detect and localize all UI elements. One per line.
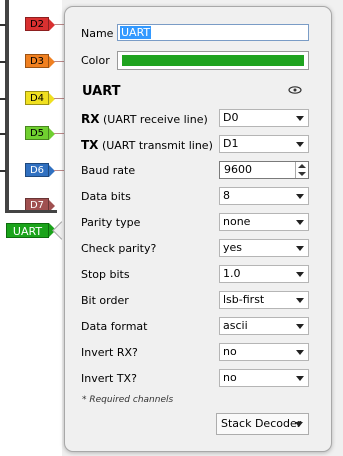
baud-rate-spinbox[interactable]: 9600 — [219, 161, 309, 179]
invert-tx-label: Invert TX? — [81, 372, 137, 385]
analyzer-tag-uart[interactable]: UART — [6, 223, 56, 238]
dropdown-arrow-icon — [296, 220, 304, 225]
channel-label-d4[interactable]: D4 — [25, 91, 55, 105]
check-parity-label: Check parity? — [81, 242, 157, 255]
dropdown-arrow-icon — [296, 298, 304, 303]
tx-channel-select[interactable]: D1 — [219, 135, 309, 153]
channel-dash — [0, 170, 6, 172]
channel-dash — [0, 133, 6, 135]
channel-dash — [0, 61, 6, 63]
invert-tx-select[interactable]: no — [219, 369, 309, 387]
tx-label-desc: (UART transmit line) — [101, 139, 213, 152]
bit-order-label: Bit order — [81, 294, 129, 307]
channel-line — [54, 61, 64, 62]
channel-label-d5[interactable]: D5 — [25, 126, 55, 140]
invert-tx-value: no — [223, 371, 237, 384]
parity-type-value: none — [223, 215, 251, 228]
stop-bits-select[interactable]: 1.0 — [219, 265, 309, 283]
spin-up-icon[interactable] — [298, 164, 306, 168]
data-format-label: Data format — [81, 320, 148, 333]
tx-label-bold: TX — [81, 138, 99, 152]
dropdown-arrow-icon — [296, 194, 304, 199]
bit-order-select[interactable]: lsb-first — [219, 291, 309, 309]
data-bits-select[interactable]: 8 — [219, 187, 309, 205]
stack-decoder-label: Stack Decoder — [221, 417, 302, 430]
dropdown-arrow-icon — [296, 142, 304, 147]
channel-label-d2[interactable]: D2 — [25, 17, 55, 31]
channel-line — [54, 98, 64, 99]
parity-type-label: Parity type — [81, 216, 141, 229]
stop-bits-value: 1.0 — [223, 267, 241, 280]
required-channels-note: * Required channels — [82, 395, 174, 405]
color-swatch — [122, 55, 304, 66]
data-bits-label: Data bits — [81, 190, 131, 203]
channel-line — [54, 24, 64, 25]
data-bits-value: 8 — [223, 189, 230, 202]
rx-label: RX (UART receive line) — [81, 112, 208, 126]
trace-vertical-line — [5, 0, 9, 213]
stack-decoder-button[interactable]: Stack Decoder — [216, 413, 309, 435]
bit-order-value: lsb-first — [223, 293, 265, 306]
spin-buttons[interactable] — [295, 162, 308, 178]
eye-icon[interactable] — [288, 86, 302, 94]
data-format-select[interactable]: ascii — [219, 317, 309, 335]
channel-dash — [0, 98, 6, 100]
parity-type-select[interactable]: none — [219, 213, 309, 231]
trace-horizontal-line — [5, 210, 57, 213]
name-label: Name — [81, 27, 114, 40]
rx-label-bold: RX — [81, 112, 100, 126]
dropdown-arrow-icon — [295, 422, 303, 427]
baud-rate-label: Baud rate — [81, 164, 136, 177]
rx-channel-value: D0 — [223, 111, 239, 124]
tx-label: TX (UART transmit line) — [81, 138, 213, 152]
name-input[interactable]: UART — [117, 24, 309, 41]
check-parity-value: yes — [223, 241, 243, 254]
rx-channel-select[interactable]: D0 — [219, 109, 309, 127]
dropdown-arrow-icon — [296, 350, 304, 355]
name-input-value: UART — [120, 26, 152, 39]
dropdown-arrow-icon — [296, 116, 304, 121]
analyzer-title: UART — [82, 84, 121, 99]
stop-bits-label: Stop bits — [81, 268, 130, 281]
channel-trace-area: D2 D3 D4 D5 D6 D7 UART — [0, 0, 64, 456]
baud-rate-value: 9600 — [224, 163, 252, 176]
channel-line — [54, 133, 64, 134]
channel-label-d3[interactable]: D3 — [25, 54, 55, 68]
channel-label-d6[interactable]: D6 — [25, 163, 55, 177]
dropdown-arrow-icon — [296, 246, 304, 251]
data-format-value: ascii — [223, 319, 248, 332]
dropdown-arrow-icon — [296, 272, 304, 277]
tx-channel-value: D1 — [223, 137, 239, 150]
rx-label-desc: (UART receive line) — [103, 113, 208, 126]
spin-down-icon[interactable] — [298, 172, 306, 176]
check-parity-select[interactable]: yes — [219, 239, 309, 257]
color-picker[interactable] — [117, 51, 309, 70]
dropdown-arrow-icon — [296, 324, 304, 329]
channel-line — [54, 170, 64, 171]
color-label: Color — [81, 54, 110, 67]
channel-dash — [0, 24, 6, 26]
invert-rx-label: Invert RX? — [81, 346, 138, 359]
invert-rx-value: no — [223, 345, 237, 358]
dropdown-arrow-icon — [296, 376, 304, 381]
invert-rx-select[interactable]: no — [219, 343, 309, 361]
